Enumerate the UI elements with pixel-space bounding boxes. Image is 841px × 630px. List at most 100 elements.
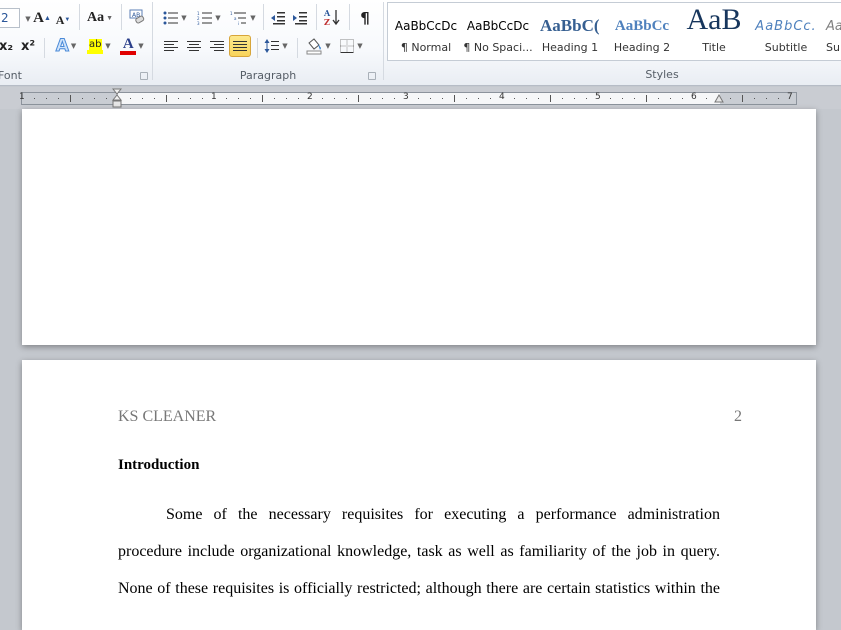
- body-paragraph[interactable]: Some of the necessary requisites for exe…: [118, 506, 720, 617]
- font-color-button[interactable]: A ▼: [117, 35, 147, 57]
- ruler-tick: [562, 98, 563, 99]
- font-size-value: 2: [1, 11, 9, 25]
- ruler-tick: [298, 98, 299, 99]
- numbering-button[interactable]: 1 2 3 ▼: [195, 7, 223, 29]
- ruler-tick: [706, 98, 707, 99]
- ruler-tick: [202, 98, 203, 99]
- style-name: ¶ No Spaci...: [463, 41, 533, 54]
- separator: [349, 4, 350, 30]
- ruler-tick: [634, 98, 635, 99]
- change-case-button[interactable]: Aa ▼: [86, 7, 114, 29]
- grow-font-button[interactable]: A ▲: [33, 7, 51, 29]
- paragraph-dialog-launcher[interactable]: [368, 72, 376, 80]
- align-center-button[interactable]: [184, 35, 204, 57]
- ruler-tick: [370, 98, 371, 99]
- font-dialog-launcher[interactable]: [140, 72, 148, 80]
- font-size-dropdown[interactable]: ▼: [22, 8, 32, 30]
- ruler-tick: [730, 98, 731, 99]
- ruler-tick: [466, 98, 467, 99]
- paragraph-group-label: Paragraph: [239, 69, 297, 82]
- show-formatting-marks-button[interactable]: ¶: [355, 7, 375, 29]
- subscript-button[interactable]: x₂: [0, 35, 14, 57]
- chevron-down-icon: ▼: [25, 15, 31, 23]
- grow-font-icon: A: [33, 9, 44, 26]
- svg-text:i: i: [238, 21, 239, 25]
- ruler-tick: [238, 98, 239, 99]
- right-indent-marker-icon[interactable]: [714, 94, 724, 104]
- font-size-box[interactable]: 2: [0, 8, 20, 28]
- bullets-button[interactable]: ▼: [161, 7, 189, 29]
- svg-text:1: 1: [230, 11, 233, 16]
- highlight-button[interactable]: ab ▼: [83, 35, 115, 57]
- decrease-indent-button[interactable]: [268, 7, 288, 29]
- style-title[interactable]: AaB Title: [678, 3, 750, 60]
- ruler-number: 5: [595, 92, 601, 102]
- increase-indent-button[interactable]: [290, 7, 310, 29]
- align-right-icon: [210, 39, 224, 53]
- horizontal-ruler[interactable]: 1 1 2 3 4 5 6 7: [19, 92, 797, 105]
- decrease-indent-icon: [271, 12, 285, 25]
- style-normal[interactable]: AaBbCcDc ¶ Normal: [390, 3, 462, 60]
- ruler-number: 1: [211, 92, 217, 102]
- chevron-down-icon: ▼: [357, 42, 363, 50]
- shading-button[interactable]: ▼: [303, 35, 333, 57]
- chevron-down-icon: ▼: [282, 42, 288, 50]
- bullets-icon: [163, 11, 179, 25]
- ruler-tick: [250, 98, 251, 99]
- ruler-tick: [430, 98, 431, 99]
- style-heading-1[interactable]: AaBbC( Heading 1: [534, 3, 606, 60]
- font-color-bar: [120, 51, 137, 55]
- ruler-tick: [274, 98, 275, 99]
- style-subtle-emphasis[interactable]: Aa Sul: [822, 3, 841, 60]
- separator: [44, 38, 45, 58]
- style-sample: AaBbCc: [614, 17, 670, 34]
- style-heading-2[interactable]: AaBbCc Heading 2: [606, 3, 678, 60]
- svg-text:a: a: [234, 16, 237, 21]
- align-left-icon: [164, 39, 178, 53]
- chevron-down-icon: ▼: [250, 14, 256, 22]
- separator: [263, 4, 264, 30]
- subscript-icon: x₂: [0, 38, 14, 54]
- styles-group-label: Styles: [645, 68, 679, 81]
- ruler-tick: [682, 98, 683, 99]
- style-sample: AaBbCcDc: [466, 19, 530, 33]
- sort-button[interactable]: AZ: [321, 6, 343, 28]
- ruler-tick: [34, 98, 35, 99]
- style-sample: Aa: [826, 18, 841, 34]
- text-effects-button[interactable]: A ▼: [52, 35, 80, 57]
- indent-marker-icon[interactable]: [112, 88, 122, 108]
- clear-formatting-button[interactable]: AB: [127, 6, 147, 28]
- ruler-tick: [106, 98, 107, 99]
- style-name: ¶ Normal: [400, 41, 452, 54]
- ruler-tick: [70, 95, 71, 102]
- style-name: Heading 1: [541, 41, 599, 54]
- chevron-down-icon: ▼: [138, 42, 144, 50]
- ruler-number: 6: [691, 92, 697, 102]
- running-head: KS CLEANER: [118, 408, 217, 425]
- ruler-tick: [586, 98, 587, 99]
- ruler-tick: [646, 95, 647, 102]
- borders-button[interactable]: ▼: [336, 35, 366, 57]
- ruler-right-margin: [720, 93, 796, 104]
- numbering-icon: 123: [197, 11, 213, 25]
- shrink-font-button[interactable]: A ▼: [55, 9, 71, 31]
- ruler-tick: [46, 98, 47, 99]
- ruler-tick: [334, 98, 335, 99]
- svg-text:3: 3: [197, 21, 200, 25]
- multilevel-list-button[interactable]: 1 a i ▼: [228, 7, 258, 29]
- style-name: Subtitle: [764, 41, 808, 54]
- sort-icon: AZ: [323, 8, 340, 26]
- superscript-button[interactable]: x²: [20, 35, 36, 57]
- ruler-tick: [358, 95, 359, 102]
- justify-button[interactable]: [229, 35, 251, 57]
- ruler-tick: [754, 98, 755, 99]
- align-right-button[interactable]: [207, 35, 227, 57]
- separator: [383, 2, 384, 80]
- ruler-tick: [394, 98, 395, 99]
- chevron-down-icon: ▼: [70, 42, 77, 50]
- style-no-spacing[interactable]: AaBbCcDc ¶ No Spaci...: [462, 3, 534, 60]
- align-left-button[interactable]: [161, 35, 181, 57]
- style-subtitle[interactable]: AaBbCc. Subtitle: [750, 3, 822, 60]
- ruler-number: 3: [403, 92, 409, 102]
- line-spacing-button[interactable]: ▼: [262, 35, 290, 57]
